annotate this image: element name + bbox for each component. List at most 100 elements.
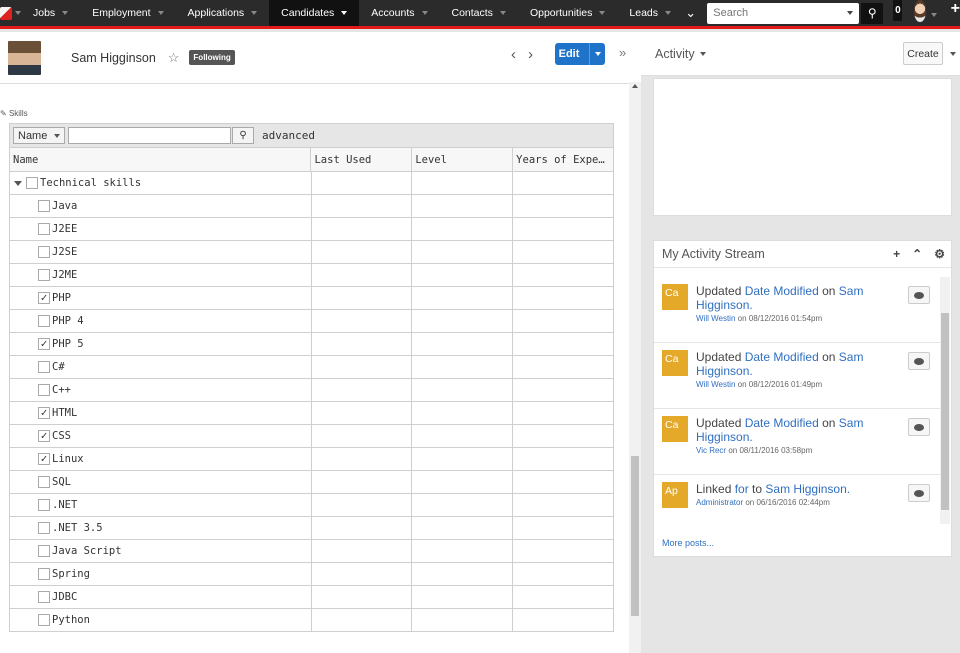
table-row[interactable]: PHP 4 bbox=[10, 310, 613, 333]
next-record-chevron-icon[interactable]: › bbox=[528, 46, 533, 63]
pencil-icon[interactable]: ✎ bbox=[0, 109, 7, 118]
table-row[interactable]: ✓ PHP 5 bbox=[10, 333, 613, 356]
years-cell[interactable] bbox=[513, 172, 613, 194]
last-used-cell[interactable] bbox=[312, 379, 413, 401]
table-row[interactable]: ✓ PHP bbox=[10, 287, 613, 310]
level-cell[interactable] bbox=[412, 494, 514, 516]
years-cell[interactable] bbox=[513, 287, 613, 309]
nav-tab-employment[interactable]: Employment bbox=[80, 0, 175, 26]
years-cell[interactable] bbox=[513, 494, 613, 516]
level-cell[interactable] bbox=[412, 563, 514, 585]
last-used-cell[interactable] bbox=[312, 195, 413, 217]
table-row[interactable]: .NET bbox=[10, 494, 613, 517]
level-cell[interactable] bbox=[412, 172, 514, 194]
table-row[interactable]: Java Script bbox=[10, 540, 613, 563]
level-cell[interactable] bbox=[412, 195, 514, 217]
years-cell[interactable] bbox=[513, 195, 613, 217]
last-used-cell[interactable] bbox=[312, 586, 413, 608]
level-cell[interactable] bbox=[412, 471, 514, 493]
level-cell[interactable] bbox=[412, 356, 514, 378]
filter-field-select[interactable]: Name bbox=[13, 127, 65, 144]
last-used-cell[interactable] bbox=[312, 172, 413, 194]
create-dropdown-caret-icon[interactable] bbox=[950, 52, 956, 56]
skill-checkbox[interactable]: ✓ bbox=[38, 407, 50, 419]
skill-checkbox[interactable] bbox=[38, 568, 50, 580]
skill-checkbox[interactable] bbox=[38, 223, 50, 235]
post-field-link[interactable]: Date Modified bbox=[745, 350, 819, 364]
search-options-caret-icon[interactable] bbox=[847, 11, 854, 15]
skill-checkbox[interactable] bbox=[38, 269, 50, 281]
last-used-cell[interactable] bbox=[312, 563, 413, 585]
years-cell[interactable] bbox=[513, 218, 613, 240]
chevron-down-icon[interactable] bbox=[157, 11, 164, 15]
last-used-cell[interactable] bbox=[312, 333, 413, 355]
table-row[interactable]: J2EE bbox=[10, 218, 613, 241]
stream-scrollbar[interactable] bbox=[940, 277, 950, 524]
following-badge[interactable]: Following bbox=[189, 50, 235, 65]
level-cell[interactable] bbox=[412, 540, 514, 562]
search-box[interactable] bbox=[707, 2, 860, 24]
last-used-cell[interactable] bbox=[312, 402, 413, 424]
nav-tab-opportunities[interactable]: Opportunities bbox=[518, 0, 617, 26]
nav-tab-candidates[interactable]: Candidates bbox=[269, 0, 360, 26]
column-header[interactable]: Name bbox=[10, 148, 312, 171]
years-cell[interactable] bbox=[513, 402, 613, 424]
skill-checkbox[interactable] bbox=[38, 545, 50, 557]
skill-checkbox[interactable] bbox=[26, 177, 38, 189]
table-row[interactable]: ✓ CSS bbox=[10, 425, 613, 448]
table-row[interactable]: J2ME bbox=[10, 264, 613, 287]
scrollbar-thumb[interactable] bbox=[631, 456, 639, 616]
stream-scrollbar-thumb[interactable] bbox=[941, 313, 949, 510]
post-author-link[interactable]: Will Westin bbox=[696, 314, 735, 323]
more-posts-link[interactable]: More posts... bbox=[662, 538, 714, 548]
skill-checkbox[interactable] bbox=[38, 614, 50, 626]
years-cell[interactable] bbox=[513, 264, 613, 286]
skill-checkbox[interactable]: ✓ bbox=[38, 430, 50, 442]
skill-checkbox[interactable] bbox=[38, 246, 50, 258]
level-cell[interactable] bbox=[412, 218, 514, 240]
level-cell[interactable] bbox=[412, 333, 514, 355]
last-used-cell[interactable] bbox=[312, 310, 413, 332]
table-row[interactable]: Python bbox=[10, 609, 613, 632]
table-row[interactable]: Spring bbox=[10, 563, 613, 586]
filter-input[interactable] bbox=[68, 127, 231, 144]
last-used-cell[interactable] bbox=[312, 264, 413, 286]
create-button[interactable]: Create bbox=[903, 42, 943, 65]
chevron-down-icon[interactable] bbox=[62, 11, 69, 15]
search-button[interactable]: ⚲ bbox=[861, 2, 884, 24]
comment-button[interactable] bbox=[908, 484, 930, 502]
chevron-down-icon[interactable] bbox=[251, 11, 258, 15]
level-cell[interactable] bbox=[412, 517, 514, 539]
table-row[interactable]: J2SE bbox=[10, 241, 613, 264]
skill-checkbox[interactable] bbox=[38, 361, 50, 373]
app-logo[interactable] bbox=[0, 0, 21, 26]
level-cell[interactable] bbox=[412, 448, 514, 470]
last-used-cell[interactable] bbox=[312, 448, 413, 470]
years-cell[interactable] bbox=[513, 609, 613, 631]
last-used-cell[interactable] bbox=[312, 356, 413, 378]
comment-button[interactable] bbox=[908, 286, 930, 304]
years-cell[interactable] bbox=[513, 241, 613, 263]
years-cell[interactable] bbox=[513, 356, 613, 378]
chevron-down-icon[interactable] bbox=[599, 11, 606, 15]
chevron-down-icon[interactable] bbox=[665, 11, 671, 15]
advanced-filter-link[interactable]: advanced bbox=[262, 129, 315, 142]
settings-gear-icon[interactable]: ⚙ bbox=[934, 247, 945, 261]
years-cell[interactable] bbox=[513, 425, 613, 447]
nav-tab-applications[interactable]: Applications bbox=[176, 0, 270, 26]
post-author-link[interactable]: Vic Recr bbox=[696, 446, 726, 455]
column-header[interactable]: Last Used bbox=[311, 148, 413, 171]
table-row[interactable]: C# bbox=[10, 356, 613, 379]
nav-tab-leads[interactable]: Leads bbox=[617, 0, 683, 26]
skill-checkbox[interactable]: ✓ bbox=[38, 338, 50, 350]
years-cell[interactable] bbox=[513, 333, 613, 355]
comment-button[interactable] bbox=[908, 418, 930, 436]
table-row[interactable]: ✓ HTML bbox=[10, 402, 613, 425]
chevron-down-icon[interactable] bbox=[499, 11, 506, 15]
last-used-cell[interactable] bbox=[312, 471, 413, 493]
table-row[interactable]: SQL bbox=[10, 471, 613, 494]
skill-checkbox[interactable] bbox=[38, 315, 50, 327]
more-modules-chevron-icon[interactable]: ⌄ bbox=[683, 0, 698, 26]
years-cell[interactable] bbox=[513, 563, 613, 585]
level-cell[interactable] bbox=[412, 586, 514, 608]
